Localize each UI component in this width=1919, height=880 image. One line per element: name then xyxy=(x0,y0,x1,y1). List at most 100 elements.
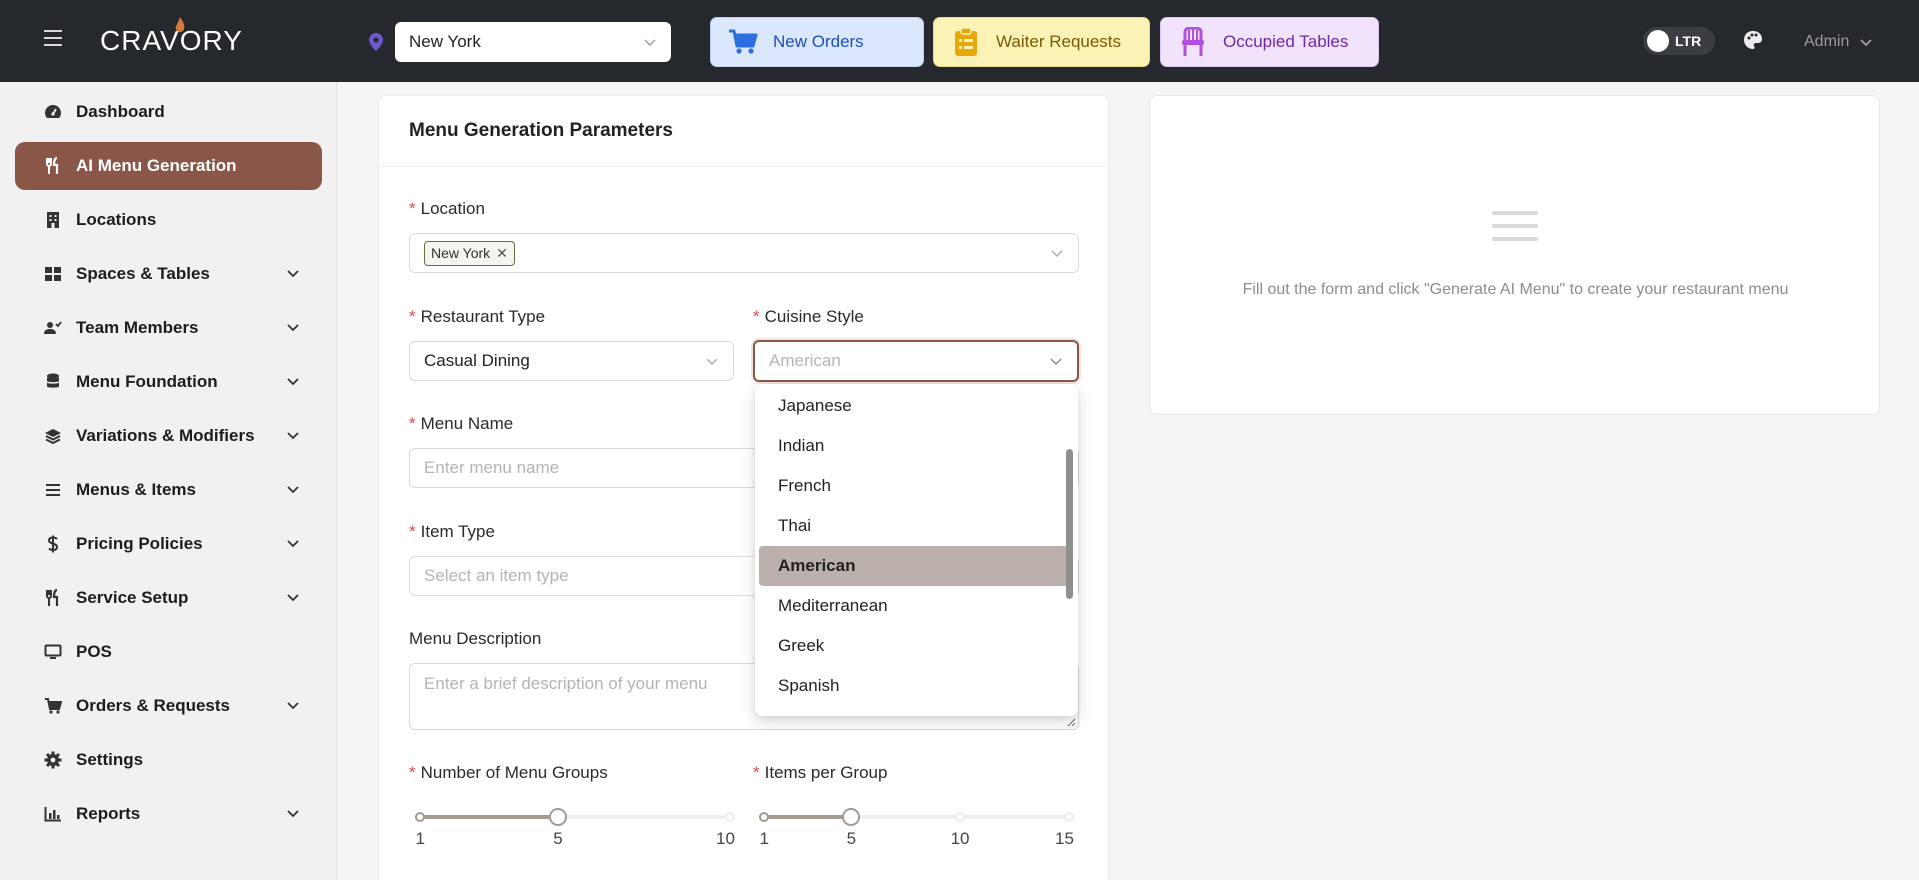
menu-name-label: * Menu Name xyxy=(409,414,514,433)
dropdown-option-thai[interactable]: Thai xyxy=(759,506,1073,546)
dropdown-option-french[interactable]: French xyxy=(759,466,1073,506)
user-name: Admin xyxy=(1804,33,1850,50)
sidebar-item-pricing-policies[interactable]: Pricing Policies xyxy=(15,520,322,568)
sidebar-item-label: Pricing Policies xyxy=(76,534,203,553)
location-tag-label: New York xyxy=(431,245,491,261)
location-label: * Location xyxy=(409,199,485,218)
building-icon xyxy=(47,212,59,228)
sidebar-item-pos[interactable]: POS xyxy=(15,628,322,676)
flame-icon xyxy=(175,17,185,32)
dropdown-option-japanese[interactable]: Japanese xyxy=(759,386,1073,426)
brand-logo[interactable]: CRAVORY xyxy=(100,16,243,66)
chair-icon xyxy=(1182,27,1204,56)
dropdown-scrollbar[interactable] xyxy=(1066,449,1073,599)
database-icon xyxy=(47,373,59,388)
slider-mark-dot xyxy=(955,812,966,822)
chevron-down-icon xyxy=(1051,250,1063,257)
slider-handle[interactable] xyxy=(548,808,567,826)
sidebar: Dashboard AI Menu Generation Locations S… xyxy=(0,82,337,880)
sidebar-item-locations[interactable]: Locations xyxy=(15,196,322,244)
sidebar-item-label: Variations & Modifiers xyxy=(76,426,255,445)
palette-icon[interactable] xyxy=(1743,30,1763,50)
restaurant-type-select[interactable]: Casual Dining xyxy=(409,341,734,381)
sidebar-item-label: AI Menu Generation xyxy=(76,156,237,175)
menu-groups-slider[interactable]: 1 5 10 xyxy=(415,807,735,848)
new-orders-label: New Orders xyxy=(773,32,864,51)
slider-mark-dot xyxy=(415,812,425,822)
fork-knife-icon xyxy=(46,589,59,606)
waiter-requests-button[interactable]: Waiter Requests xyxy=(933,17,1150,67)
slider-mark-label: 1 xyxy=(415,829,425,848)
required-marker: * xyxy=(409,763,416,782)
location-select-value: New York xyxy=(409,32,481,51)
slider-handle[interactable] xyxy=(842,808,861,826)
close-icon[interactable]: ✕ xyxy=(496,245,508,262)
card-title: Menu Generation Parameters xyxy=(409,120,673,141)
sidebar-item-orders-requests[interactable]: Orders & Requests xyxy=(15,682,322,730)
grid-icon xyxy=(45,267,61,281)
slider-mark-dot xyxy=(759,812,769,822)
cart-icon xyxy=(45,698,62,714)
direction-toggle[interactable]: LTR xyxy=(1643,27,1715,55)
location-multiselect[interactable]: New York ✕ xyxy=(409,233,1079,273)
monitor-icon xyxy=(44,644,62,659)
empty-state-text: Fill out the form and click "Generate AI… xyxy=(1242,281,1789,298)
chevron-down-icon xyxy=(1860,39,1872,47)
sidebar-item-ai-menu-generation[interactable]: AI Menu Generation xyxy=(15,142,322,190)
occupied-tables-label: Occupied Tables xyxy=(1223,32,1349,51)
chevron-down-icon xyxy=(287,486,299,494)
location-select[interactable]: New York xyxy=(395,22,671,62)
cuisine-style-dropdown: Japanese Indian French Thai American Med… xyxy=(755,384,1078,716)
chevron-down-icon xyxy=(287,594,299,602)
sidebar-item-label: Locations xyxy=(76,210,157,229)
menu-name-placeholder: Enter menu name xyxy=(424,458,560,477)
gear-icon xyxy=(44,751,62,769)
required-marker: * xyxy=(753,763,760,782)
cuisine-style-select[interactable]: American xyxy=(753,340,1079,382)
required-marker: * xyxy=(409,414,416,433)
sidebar-item-label: Menus & Items xyxy=(76,480,196,499)
fork-knife-icon xyxy=(46,157,59,174)
user-menu[interactable]: Admin xyxy=(1804,33,1873,51)
location-tag: New York ✕ xyxy=(424,240,515,266)
sidebar-item-label: Reports xyxy=(76,804,141,823)
direction-toggle-label: LTR xyxy=(1675,33,1702,49)
list-icon xyxy=(46,484,60,496)
card-divider xyxy=(379,166,1110,167)
resize-grip-icon[interactable] xyxy=(1066,717,1076,727)
sidebar-item-variations-modifiers[interactable]: Variations & Modifiers xyxy=(15,412,322,460)
hamburger-menu-icon[interactable] xyxy=(44,30,64,46)
menu-preview-card: Fill out the form and click "Generate AI… xyxy=(1149,95,1880,415)
occupied-tables-button[interactable]: Occupied Tables xyxy=(1160,17,1379,67)
new-orders-button[interactable]: New Orders xyxy=(710,17,924,67)
sidebar-item-label: Spaces & Tables xyxy=(76,264,210,283)
chevron-down-icon xyxy=(287,432,299,440)
sidebar-item-settings[interactable]: Settings xyxy=(15,736,322,784)
waiter-requests-label: Waiter Requests xyxy=(996,32,1122,51)
sidebar-item-spaces-tables[interactable]: Spaces & Tables xyxy=(15,250,322,298)
slider-mark-dot xyxy=(1064,812,1074,822)
sidebar-item-label: Orders & Requests xyxy=(76,696,230,715)
menu-groups-label: * Number of Menu Groups xyxy=(409,763,608,782)
required-marker: * xyxy=(753,307,760,326)
sidebar-item-menus-items[interactable]: Menus & Items xyxy=(15,466,322,514)
bar-chart-icon xyxy=(44,807,61,822)
sidebar-item-reports[interactable]: Reports xyxy=(15,790,322,838)
slider-mark-label: 5 xyxy=(553,829,563,848)
sidebar-item-team-members[interactable]: Team Members xyxy=(15,304,322,352)
items-per-group-slider[interactable]: 1 5 10 15 xyxy=(759,807,1074,848)
chevron-down-icon xyxy=(287,702,299,710)
top-bar: CRAVORY New York New Orders Waiter Reque… xyxy=(0,0,1919,82)
dropdown-option-spanish[interactable]: Spanish xyxy=(759,666,1073,706)
slider-mark-label: 10 xyxy=(950,829,970,848)
required-marker: * xyxy=(409,522,416,541)
chevron-down-icon xyxy=(644,39,656,46)
chevron-down-icon xyxy=(287,810,299,818)
dropdown-option-indian[interactable]: Indian xyxy=(759,426,1073,466)
dropdown-option-greek[interactable]: Greek xyxy=(759,626,1073,666)
dropdown-option-mediterranean[interactable]: Mediterranean xyxy=(759,586,1073,626)
sidebar-item-dashboard[interactable]: Dashboard xyxy=(15,88,322,136)
sidebar-item-menu-foundation[interactable]: Menu Foundation xyxy=(15,358,322,406)
sidebar-item-service-setup[interactable]: Service Setup xyxy=(15,574,322,622)
dropdown-option-american[interactable]: American xyxy=(759,546,1073,586)
